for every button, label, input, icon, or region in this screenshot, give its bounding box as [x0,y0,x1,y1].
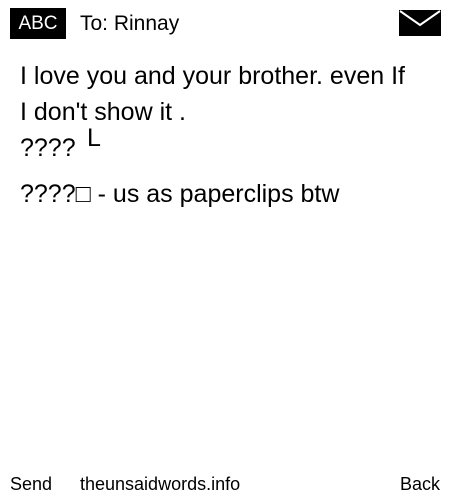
message-line: ???? L [20,124,440,166]
message-line: I don't show it . [20,98,186,126]
back-softkey[interactable]: Back [400,470,440,498]
text-cursor-mark: L [87,124,101,152]
message-body[interactable]: I love you and your brother. even If I d… [20,58,440,212]
envelope-icon [399,10,441,36]
message-header: ABC To: Rinnay [0,0,450,44]
site-label: theunsaidwords.info [80,474,241,494]
input-mode-badge[interactable]: ABC [10,8,66,39]
message-line: I love you and your brother. even If [20,62,405,90]
message-line-text: ???? [20,134,76,162]
softkey-bar: Send theunsaidwords.info Back [0,470,450,500]
recipient-label: To: Rinnay [80,12,180,35]
message-line: ????□ - us as paperclips btw [20,180,340,208]
send-softkey[interactable]: Send [10,470,52,498]
